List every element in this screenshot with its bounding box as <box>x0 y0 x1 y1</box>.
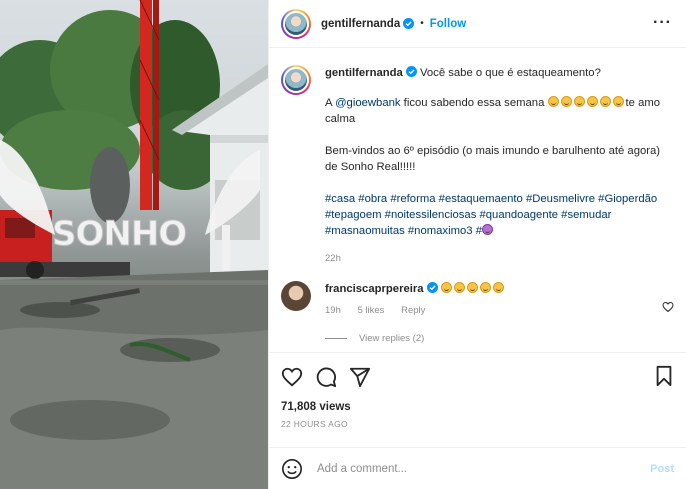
laughing-emoji-icon <box>573 96 585 107</box>
caption-hashtags[interactable]: #casa #obra #reforma #estaquemaento #Deu… <box>325 191 665 239</box>
reply-body: franciscaprpereira 19h 5 likes Reply <box>325 281 665 319</box>
caption-username[interactable]: gentilfernanda <box>325 67 403 79</box>
caption-avatar[interactable] <box>281 65 311 95</box>
caption-line2-mid: ficou sabendo essa semana <box>400 97 548 109</box>
post-button[interactable]: Post <box>650 463 674 475</box>
heart-icon[interactable] <box>281 366 303 388</box>
laughing-emoji-icon <box>440 282 452 293</box>
reply-first-line: franciscaprpereira <box>325 281 665 297</box>
verified-icon <box>426 282 438 293</box>
caption-line3: Bem-vindos ao 6º episódio (o mais imundo… <box>325 145 661 173</box>
comment-icon[interactable] <box>315 366 337 388</box>
laughing-emoji-icon <box>586 96 598 107</box>
commenter-username[interactable]: franciscaprpereira <box>325 283 424 295</box>
view-replies-link[interactable]: View replies (2) <box>325 333 674 344</box>
laughing-emoji-icon <box>560 96 572 107</box>
action-icons <box>281 365 674 389</box>
author-username[interactable]: gentilfernanda <box>321 18 400 30</box>
verified-icon <box>405 66 417 77</box>
caption-body: gentilfernanda Você sabe o que é estaque… <box>325 65 665 267</box>
view-replies-label[interactable]: View replies (2) <box>359 333 424 344</box>
post-actions: 71,808 views 22 HOURS AGO <box>269 352 686 442</box>
grinning-emoji-icon <box>612 96 624 107</box>
heart-icon[interactable] <box>662 301 674 313</box>
construction-photo: SONHO <box>0 0 268 489</box>
mention-link[interactable]: @gioewbank <box>335 97 400 109</box>
comments-section: gentilfernanda Você sabe o que é estaque… <box>269 49 686 351</box>
reply-likes[interactable]: 5 likes <box>358 305 385 316</box>
laughing-emoji-icon <box>479 282 491 293</box>
caption-comment: gentilfernanda Você sabe o que é estaque… <box>281 65 674 267</box>
views-count[interactable]: 71,808 views <box>281 401 674 413</box>
instagram-post-modal: SONHO gentilfernanda • Follow ··· gentil… <box>0 0 686 489</box>
author-avatar[interactable] <box>281 8 311 39</box>
caption-line2: A @gioewbank ficou sabendo essa semana t… <box>325 95 665 127</box>
reply-comment: franciscaprpereira 19h 5 likes Reply <box>281 281 674 319</box>
follow-button[interactable]: Follow <box>430 18 466 30</box>
caption-line2-start: A <box>325 97 336 109</box>
sonho-sign: SONHO <box>52 214 186 254</box>
laughing-emoji-icon <box>492 282 504 293</box>
emoji-icon[interactable] <box>281 458 303 480</box>
reply-time: 19h <box>325 305 341 316</box>
laughing-emoji-icon <box>466 282 478 293</box>
laughing-emoji-icon <box>599 96 611 107</box>
caption-first-line: gentilfernanda Você sabe o que é estaque… <box>325 65 665 81</box>
commenter-avatar[interactable] <box>281 281 311 311</box>
comment-composer: Post <box>269 447 686 489</box>
laughing-emoji-icon <box>547 96 559 107</box>
laughing-emoji-icon <box>453 282 465 293</box>
post-side-panel: gentilfernanda • Follow ··· gentilfernan… <box>268 0 686 489</box>
reply-button[interactable]: Reply <box>401 305 425 316</box>
share-icon[interactable] <box>349 366 371 388</box>
post-header: gentilfernanda • Follow ··· <box>269 0 686 48</box>
caption-line1: Você sabe o que é estaqueamento? <box>419 67 601 79</box>
reply-meta: 19h 5 likes Reply <box>325 303 665 319</box>
caption-meta: 22h <box>325 251 665 267</box>
view-replies-line <box>325 338 347 339</box>
bookmark-icon[interactable] <box>654 365 674 387</box>
caption-time: 22h <box>325 253 341 264</box>
more-icon[interactable]: ··· <box>653 14 672 32</box>
verified-icon <box>403 18 415 29</box>
post-media[interactable]: SONHO <box>0 0 268 489</box>
separator-dot: • <box>420 18 424 29</box>
post-timestamp[interactable]: 22 HOURS AGO <box>281 419 674 429</box>
woman-emoji-icon <box>481 224 493 235</box>
comment-input[interactable] <box>317 462 617 475</box>
